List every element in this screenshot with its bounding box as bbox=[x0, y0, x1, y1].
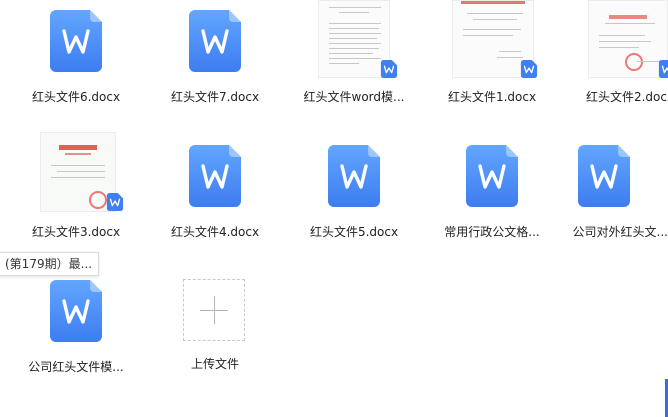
file-name: 红头文件6.docx bbox=[31, 90, 121, 104]
word-badge-icon bbox=[520, 60, 538, 78]
word-doc-icon bbox=[328, 145, 380, 207]
file-name: 红头文件word模... bbox=[303, 90, 405, 104]
file-name: 红头文件2.docx bbox=[585, 90, 668, 104]
word-doc-icon bbox=[578, 145, 630, 207]
document-thumbnail bbox=[588, 0, 668, 78]
file-name: 红头文件4.docx bbox=[170, 225, 260, 239]
file-tile[interactable]: 公司红头文件模... bbox=[12, 270, 140, 390]
upload-file-button[interactable] bbox=[183, 279, 245, 341]
word-doc-icon bbox=[189, 10, 241, 72]
word-doc-icon bbox=[189, 145, 241, 207]
word-badge-icon bbox=[380, 60, 398, 78]
file-tile[interactable]: 红头文件7.docx bbox=[151, 0, 279, 120]
file-tile[interactable]: 常用行政公文格... bbox=[428, 135, 556, 255]
file-name: 公司红头文件模... bbox=[28, 360, 124, 374]
word-doc-icon bbox=[50, 280, 102, 342]
file-tile[interactable]: 红头文件3.docx bbox=[12, 132, 140, 255]
file-tile[interactable]: 公司对外红头文... bbox=[540, 135, 668, 255]
file-name: 常用行政公文格... bbox=[444, 225, 540, 239]
file-tile[interactable]: 红头文件4.docx bbox=[151, 135, 279, 255]
document-thumbnail bbox=[40, 132, 116, 212]
upload-file-label: 上传文件 bbox=[190, 357, 239, 371]
file-name: 公司对外红头文... bbox=[572, 225, 668, 239]
file-name: 红头文件7.docx bbox=[170, 90, 260, 104]
file-name: 红头文件3.docx bbox=[31, 225, 121, 239]
file-name: 红头文件5.docx bbox=[309, 225, 399, 239]
file-tile[interactable]: 红头文件5.docx bbox=[290, 135, 418, 255]
word-doc-icon bbox=[466, 145, 518, 207]
file-tile[interactable]: 红头文件word模... bbox=[290, 0, 418, 120]
file-tile[interactable]: 红头文件6.docx bbox=[12, 0, 140, 120]
word-badge-icon bbox=[106, 193, 124, 211]
file-tile[interactable]: 红头文件1.docx bbox=[428, 0, 556, 120]
word-doc-icon bbox=[50, 10, 102, 72]
word-badge-icon bbox=[658, 60, 668, 78]
file-name: 红头文件1.docx bbox=[447, 90, 537, 104]
file-tile[interactable]: 红头文件2.docx bbox=[566, 0, 668, 120]
